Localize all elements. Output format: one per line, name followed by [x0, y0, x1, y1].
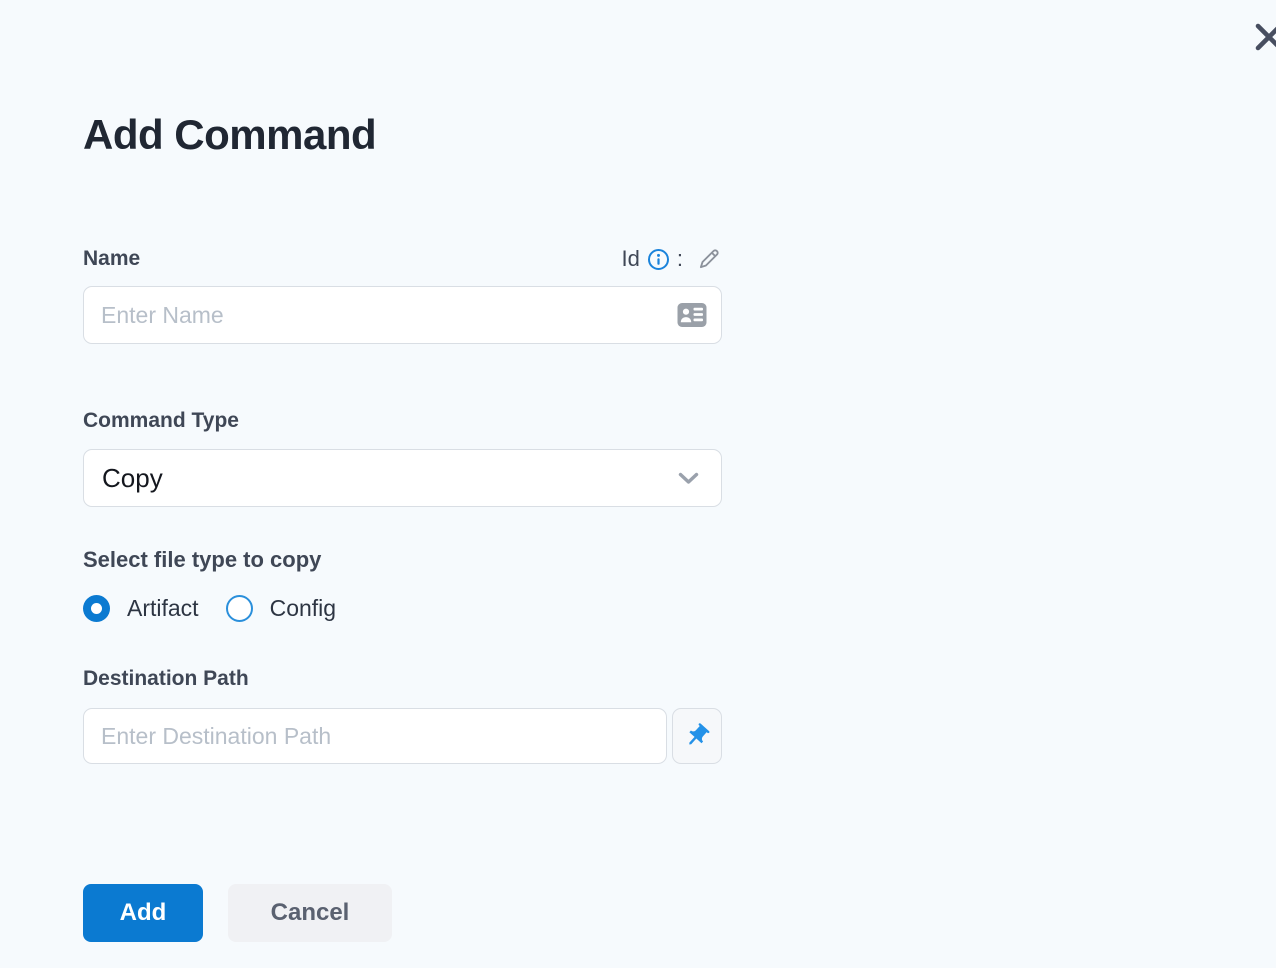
name-label-row: Name Id :: [83, 246, 722, 272]
id-group: Id :: [622, 246, 722, 272]
pin-button[interactable]: [672, 708, 722, 764]
add-button[interactable]: Add: [83, 884, 203, 942]
radio-selected-icon: [83, 595, 110, 622]
destination-path-row: [83, 708, 722, 764]
destination-path-label: Destination Path: [83, 667, 249, 690]
name-label: Name: [83, 247, 141, 270]
name-input[interactable]: [83, 286, 722, 344]
id-label: Id: [621, 246, 640, 271]
radio-option-artifact[interactable]: Artifact: [83, 595, 199, 622]
command-type-label: Command Type: [83, 409, 239, 432]
pushpin-icon: [683, 722, 711, 750]
destination-path-input[interactable]: [83, 708, 668, 764]
command-type-select[interactable]: Copy: [83, 449, 722, 507]
pencil-icon[interactable]: [696, 246, 722, 272]
add-command-panel: Add Command Name Id : Enter Name Command…: [83, 0, 722, 942]
cancel-button[interactable]: Cancel: [228, 884, 392, 942]
file-type-radio-group: Artifact Config: [83, 595, 722, 622]
radio-unselected-icon: [225, 595, 253, 622]
command-type-selected-value: Copy: [102, 462, 163, 493]
chevron-down-icon: [678, 472, 699, 485]
id-separator: :: [676, 246, 683, 271]
file-type-label: Select file type to copy: [83, 547, 322, 572]
actions-row: Add Cancel: [83, 884, 722, 942]
info-circle-icon[interactable]: [647, 248, 670, 271]
page-title: Add Command: [83, 111, 377, 158]
close-button[interactable]: [1252, 20, 1276, 54]
name-input-wrap: [83, 286, 722, 344]
x-icon: [1252, 20, 1276, 54]
radio-label-config: Config: [269, 595, 337, 621]
radio-label-artifact: Artifact: [127, 595, 199, 621]
radio-option-config[interactable]: Config: [225, 595, 337, 622]
id-card-icon: [677, 303, 707, 328]
